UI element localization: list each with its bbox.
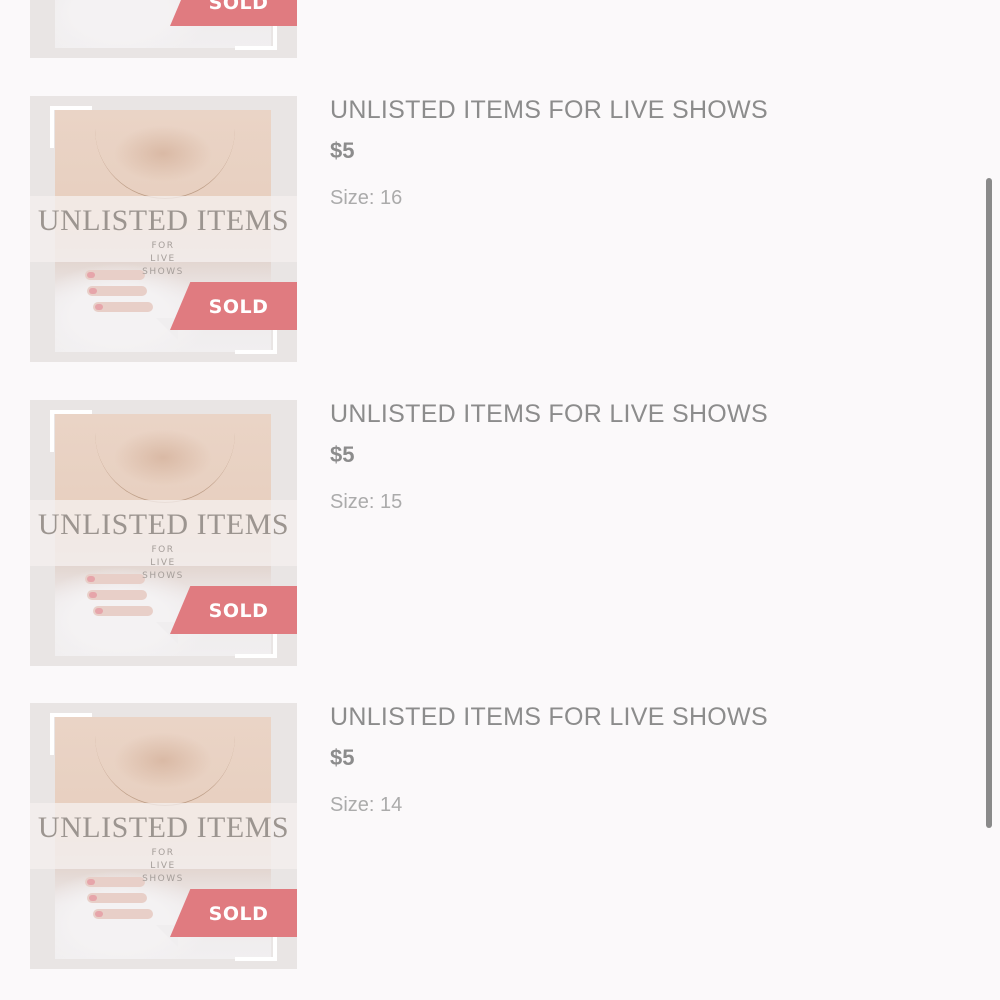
- product-card[interactable]: UNLISTED ITEMS FOR LIVE SHOWS SOLD UNLIS…: [0, 96, 980, 362]
- product-card[interactable]: SOLD: [0, 0, 980, 58]
- necklace-graphic: [95, 114, 235, 199]
- product-thumbnail[interactable]: SOLD: [30, 0, 297, 58]
- product-list-page: SOLD UNLISTED ITEMS FOR LIVE SHOWS SOLD …: [0, 0, 1000, 1000]
- frame-corner: [50, 410, 92, 452]
- product-size: Size: 16: [330, 187, 403, 209]
- product-card[interactable]: UNLISTED ITEMS FOR LIVE SHOWS SOLD UNLIS…: [0, 703, 980, 969]
- sold-badge: SOLD: [170, 282, 297, 330]
- image-banner: UNLISTED ITEMS FOR LIVE SHOWS: [30, 803, 297, 884]
- product-name[interactable]: UNLISTED ITEMS FOR LIVE SHOWS: [330, 400, 768, 429]
- image-banner-title: UNLISTED ITEMS: [37, 508, 290, 541]
- product-name[interactable]: UNLISTED ITEMS FOR LIVE SHOWS: [330, 703, 768, 732]
- product-price: $5: [330, 138, 355, 163]
- product-size: Size: 14: [330, 794, 403, 816]
- necklace-graphic: [95, 721, 235, 806]
- image-banner-title: UNLISTED ITEMS: [37, 811, 290, 844]
- product-name[interactable]: UNLISTED ITEMS FOR LIVE SHOWS: [330, 96, 768, 125]
- product-price: $5: [330, 442, 355, 467]
- frame-corner: [50, 106, 92, 148]
- sold-badge: SOLD: [170, 586, 297, 634]
- sold-badge: SOLD: [170, 889, 297, 937]
- product-card[interactable]: UNLISTED ITEMS FOR LIVE SHOWS SOLD UNLIS…: [0, 400, 980, 666]
- product-thumbnail[interactable]: UNLISTED ITEMS FOR LIVE SHOWS SOLD: [30, 400, 297, 666]
- product-thumbnail[interactable]: UNLISTED ITEMS FOR LIVE SHOWS SOLD: [30, 703, 297, 969]
- product-thumbnail[interactable]: UNLISTED ITEMS FOR LIVE SHOWS SOLD: [30, 96, 297, 362]
- image-banner-title: UNLISTED ITEMS: [37, 204, 290, 237]
- product-size: Size: 15: [330, 491, 403, 513]
- necklace-graphic: [95, 418, 235, 503]
- image-banner: UNLISTED ITEMS FOR LIVE SHOWS: [30, 196, 297, 277]
- sold-badge: SOLD: [170, 0, 297, 26]
- image-banner-subtitle: FOR LIVE SHOWS: [142, 241, 184, 277]
- image-banner: UNLISTED ITEMS FOR LIVE SHOWS: [30, 500, 297, 581]
- image-banner-subtitle: FOR LIVE SHOWS: [142, 545, 184, 581]
- vertical-scrollbar[interactable]: [986, 178, 992, 828]
- product-price: $5: [330, 745, 355, 770]
- frame-corner: [50, 713, 92, 755]
- image-banner-subtitle: FOR LIVE SHOWS: [142, 848, 184, 884]
